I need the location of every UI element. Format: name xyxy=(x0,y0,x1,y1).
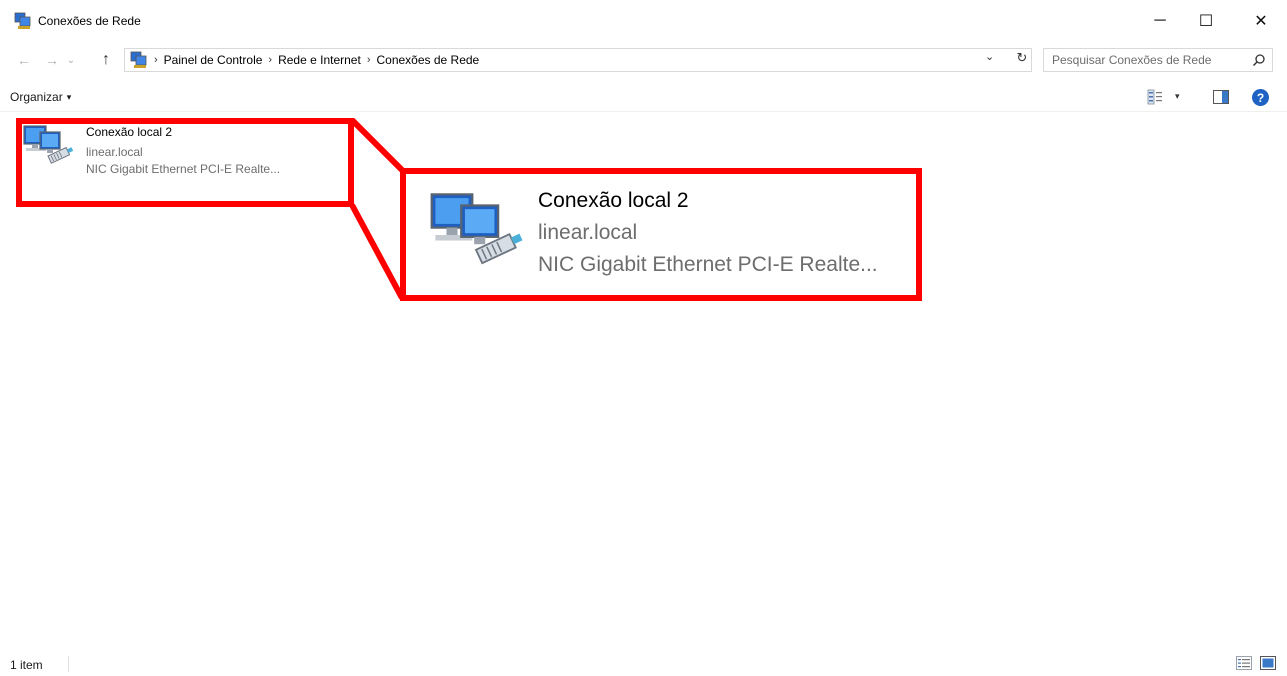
address-row: ← → ⌄ ↑ › Painel de Controle › Rede e In… xyxy=(0,46,1287,74)
view-options-dropdown[interactable]: ▾ xyxy=(1175,91,1180,102)
forward-button[interactable]: → xyxy=(42,50,62,70)
window-title: Conexões de Rede xyxy=(38,14,141,28)
breadcrumb-network-connections[interactable]: Conexões de Rede xyxy=(376,53,479,67)
view-options-icon[interactable] xyxy=(1147,89,1163,105)
search-icon[interactable] xyxy=(1252,53,1266,67)
maximize-button[interactable]: ☐ xyxy=(1183,0,1229,42)
refresh-button[interactable]: ↻ xyxy=(1012,48,1032,68)
zoomed-connection-item: Conexão local 2 linear.local NIC Gigabit… xyxy=(428,183,918,293)
breadcrumb-separator[interactable]: › xyxy=(268,54,272,66)
status-bar: 1 item xyxy=(0,652,1287,676)
breadcrumb-control-panel[interactable]: Painel de Controle xyxy=(164,53,263,67)
breadcrumb-network-internet[interactable]: Rede e Internet xyxy=(278,53,361,67)
close-button[interactable]: ✕ xyxy=(1238,0,1284,42)
organize-label: Organizar xyxy=(10,90,63,104)
item-count: 1 item xyxy=(10,658,43,672)
breadcrumb-separator[interactable]: › xyxy=(154,54,158,66)
network-connections-icon xyxy=(14,12,31,29)
status-divider xyxy=(68,656,69,672)
chevron-down-icon: ▾ xyxy=(66,91,72,102)
back-button[interactable]: ← xyxy=(14,50,34,70)
highlight-box xyxy=(16,118,354,207)
network-connections-icon xyxy=(130,51,147,68)
recent-locations-button[interactable]: ⌄ xyxy=(64,50,78,70)
large-icons-view-icon[interactable] xyxy=(1260,656,1276,670)
up-button[interactable]: ↑ xyxy=(96,50,116,70)
search-input[interactable] xyxy=(1052,53,1242,67)
zoomed-connection-name: Conexão local 2 xyxy=(538,189,689,212)
command-bar: Organizar ▾ ▾ ? xyxy=(0,84,1287,112)
minimize-button[interactable]: ─ xyxy=(1137,0,1183,42)
preview-pane-icon[interactable] xyxy=(1213,90,1229,104)
address-bar[interactable]: › Painel de Controle › Rede e Internet ›… xyxy=(124,48,1032,72)
zoomed-connection-network: linear.local xyxy=(538,221,638,244)
organize-menu-button[interactable]: Organizar ▾ xyxy=(10,90,71,104)
zoomed-connection-adapter: NIC Gigabit Ethernet PCI-E Realte... xyxy=(538,253,878,276)
help-icon[interactable]: ? xyxy=(1252,89,1269,106)
network-adapter-icon xyxy=(430,193,523,265)
address-dropdown-button[interactable]: ⌄ xyxy=(985,50,994,63)
search-box[interactable] xyxy=(1043,48,1273,72)
breadcrumb-separator[interactable]: › xyxy=(367,54,371,66)
title-bar: Conexões de Rede ─ ☐ ✕ xyxy=(0,0,1287,42)
details-view-icon[interactable] xyxy=(1236,656,1252,670)
